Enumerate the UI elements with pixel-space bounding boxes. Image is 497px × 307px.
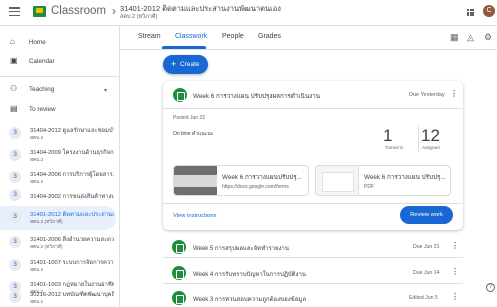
sidebar-item-label: To review	[29, 106, 56, 113]
app-title[interactable]: Classroom	[51, 5, 106, 17]
sidebar-item-label: Home	[29, 39, 46, 46]
review-work-button[interactable]: Review work	[400, 206, 453, 224]
calendar-icon[interactable]: ▦	[450, 32, 459, 43]
assignment-title: Week 4 การรับทราบปัญหาในการปฏิบัติงาน	[193, 272, 306, 278]
sidebar-item-to-review[interactable]: ▤ To review	[0, 104, 119, 118]
people-icon: ⚇	[10, 84, 18, 93]
stat-divider	[418, 126, 419, 152]
turned-in-count[interactable]: 1	[383, 126, 392, 146]
more-options-icon[interactable]: ⋮	[450, 89, 458, 98]
gear-icon[interactable]: ⚙	[484, 32, 492, 43]
class-avatar: 3	[9, 127, 21, 139]
class-avatar: 3	[9, 149, 21, 161]
breadcrumb-separator: ›	[112, 4, 116, 18]
assignment-card-expanded[interactable]: Week 6 การวางแผน ปรับปรุงผลการดำเนินงาน …	[163, 81, 463, 230]
more-options-icon[interactable]: ⋮	[451, 267, 459, 276]
sidebar-class-item[interactable]: 3 31404-2002 การขนส่งสินค้าทางบก...	[0, 184, 116, 206]
drive-icon[interactable]: ◬	[467, 32, 474, 43]
class-avatar: 3	[9, 259, 21, 271]
class-section: สคบ.2 (ทวิภาคี)	[120, 14, 158, 20]
assignment-title[interactable]: Week 6 การวางแผน ปรับปรุงผลการดำเนินงาน	[193, 91, 320, 101]
assigned-label: Assigned	[422, 145, 440, 150]
assignment-icon	[172, 266, 186, 280]
class-avatar: 3	[9, 236, 21, 248]
view-instructions-link[interactable]: View instructions	[173, 213, 216, 219]
assignment-title: Week 3 การทวนสอบความถูกต้องของข้อมูล	[193, 297, 306, 303]
assigned-count[interactable]: 12	[421, 126, 440, 146]
top-bar: Classroom › 31401-2012 ติดตามและประสานงา…	[0, 0, 497, 26]
attachment-url: https://docs.google.com/forms	[222, 184, 289, 190]
class-avatar: 3	[9, 211, 21, 223]
menu-icon[interactable]	[9, 7, 20, 16]
sidebar-class-item[interactable]: 3 31404-2009 โครงงานด้านธุรกิจการ... สคบ…	[0, 144, 116, 166]
turned-in-label: Turned in	[385, 145, 403, 150]
attachment-title: Week 6 การวางแผน ปรับปรุ...	[364, 174, 446, 181]
divider	[163, 203, 463, 204]
create-button-label: Create	[180, 61, 200, 68]
assignment-row[interactable]: Week 3 การทวนสอบความถูกต้องของข้อมูล Edi…	[163, 287, 463, 307]
sidebar-item-home[interactable]: ⌂ Home	[0, 37, 119, 51]
review-folder-icon: ▤	[10, 104, 18, 113]
class-item-section: สคบ.2	[30, 136, 44, 141]
calendar-icon: ▣	[10, 56, 18, 65]
assignment-icon	[172, 240, 186, 254]
chevron-down-icon: ▾	[104, 88, 108, 94]
sidebar-item-teaching[interactable]: ⚇ Teaching ▾	[0, 84, 119, 98]
class-item-section: สคบ.1	[30, 300, 44, 305]
plus-icon: +	[171, 59, 177, 69]
tab-classwork[interactable]: Classwork	[175, 33, 207, 40]
active-tab-indicator	[162, 46, 206, 49]
tab-grades[interactable]: Grades	[258, 33, 281, 40]
attachment-type: PDF	[364, 184, 374, 190]
help-icon[interactable]: ?	[486, 283, 495, 292]
sidebar-class-item[interactable]: 3 30216-2012 บทบัณฑิตพัฒนาบุคลิก... สคบ.…	[0, 286, 116, 307]
class-item-section: สคบ.2 (ทวิภาคี)	[30, 245, 63, 250]
assignment-edited: Edited Jun 5	[409, 295, 438, 301]
create-button[interactable]: + Create	[163, 55, 208, 74]
posted-date: Posted Jun 23	[173, 115, 205, 121]
sidebar: ⌂ Home ▣ Calendar ⚇ Teaching ▾ ▤ To revi…	[0, 26, 120, 307]
assignment-due: Due Yesterday	[409, 92, 445, 98]
home-icon: ⌂	[10, 37, 15, 46]
class-avatar: 3	[9, 291, 21, 303]
attachment-pdf[interactable]: Week 6 การวางแผน ปรับปรุ... PDF	[315, 165, 451, 196]
tab-stream[interactable]: Stream	[138, 33, 161, 40]
tab-people[interactable]: People	[222, 33, 244, 40]
attachment-title: Week 6 การวางแผนปรับปรุ...	[222, 174, 302, 181]
assignment-due: Due Jun 21	[413, 244, 440, 250]
sidebar-divider	[0, 76, 119, 77]
more-options-icon[interactable]: ⋮	[451, 292, 459, 301]
class-item-name: 31404-2002 การขนส่งสินค้าทางบก...	[30, 194, 114, 200]
sidebar-class-item[interactable]: 3 31401-1007 ระบบการจัดการความ... สคบ.2	[0, 254, 116, 276]
assignment-icon	[173, 88, 187, 102]
divider	[163, 108, 463, 109]
class-item-section: สคบ.2	[30, 268, 44, 273]
avatar[interactable]: C	[483, 5, 495, 17]
assignment-title: Week 5 การสรุปผลและจัดทำรายงาน	[193, 246, 290, 252]
class-avatar: 3	[9, 189, 21, 201]
assignment-due: Due Jun 14	[413, 270, 440, 276]
class-item-section: สคบ.2	[30, 158, 44, 163]
sidebar-item-label: Teaching	[29, 86, 55, 93]
sidebar-item-label: Calendar	[29, 58, 55, 65]
attachment-thumbnail	[316, 166, 359, 195]
assignment-row[interactable]: Week 5 การสรุปผลและจัดทำรายงาน Due Jun 2…	[163, 236, 463, 258]
apps-icon[interactable]	[467, 9, 474, 16]
status-text: On time คำแนะนะ	[173, 131, 214, 137]
assignment-row[interactable]: Week 4 การรับทราบปัญหาในการปฏิบัติงาน Du…	[163, 262, 463, 284]
assignment-icon	[172, 291, 186, 305]
more-options-icon[interactable]: ⋮	[451, 241, 459, 250]
classroom-logo-icon[interactable]	[33, 6, 46, 17]
sidebar-class-item[interactable]: 3 31404-2012 ดูแลรักษาและซ่อมบำรุงรถ... …	[0, 122, 116, 144]
sidebar-item-calendar[interactable]: ▣ Calendar	[0, 56, 119, 70]
sidebar-class-item[interactable]: 3 31401-2006 สิ่งอำนวยความสะดวก... สคบ.2…	[0, 231, 116, 253]
class-item-section: สคบ.2 (ทวิภาคี)	[30, 220, 63, 225]
sidebar-class-item-active[interactable]: 3 31401-2012 ติดตามและประสานงาน... สคบ.2…	[0, 206, 116, 230]
attachment-forms[interactable]: Week 6 การวางแผนปรับปรุ... https://docs.…	[173, 165, 309, 196]
attachment-thumbnail	[174, 166, 217, 195]
